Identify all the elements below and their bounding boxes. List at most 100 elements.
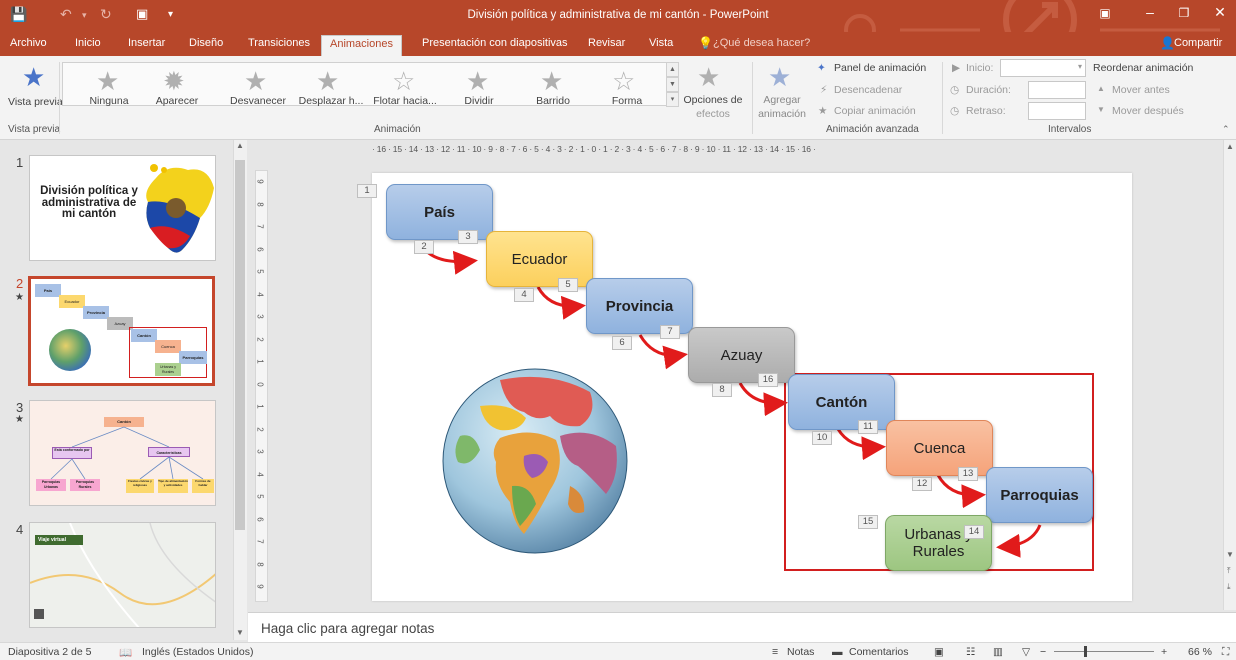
close-button[interactable]: ✕ bbox=[1205, 4, 1235, 21]
trigger-button[interactable]: Desencadenar bbox=[834, 84, 902, 96]
zoom-slider-thumb[interactable] bbox=[1084, 646, 1088, 657]
add-animation-line2[interactable]: animación bbox=[754, 108, 810, 120]
thumb3-animation-star-icon: ★ bbox=[15, 414, 24, 425]
duration-input[interactable] bbox=[1028, 81, 1086, 99]
animation-tag-2[interactable]: 2 bbox=[414, 240, 434, 254]
zoom-level[interactable]: 66 % bbox=[1188, 646, 1212, 658]
delay-input[interactable] bbox=[1028, 102, 1086, 120]
comments-button[interactable]: Comentarios bbox=[849, 646, 909, 658]
anim-flotar[interactable]: Flotar hacia... bbox=[372, 95, 438, 107]
animation-painter-button[interactable]: Copiar animación bbox=[834, 105, 916, 117]
slideshow-icon[interactable]: ▽ bbox=[1022, 646, 1030, 658]
reading-view-icon[interactable]: ▥ bbox=[993, 646, 1003, 658]
notes-pane[interactable]: Haga clic para agregar notas bbox=[248, 612, 1236, 642]
move-earlier-button[interactable]: Mover antes bbox=[1112, 84, 1170, 96]
animation-tag-6[interactable]: 6 bbox=[612, 336, 632, 350]
collapse-ribbon-icon[interactable]: ⌃ bbox=[1222, 124, 1230, 135]
thumb-number-1: 1 bbox=[16, 155, 24, 170]
editor-scroll-down-icon[interactable]: ▼ bbox=[1226, 550, 1234, 559]
box-urbanas-rurales[interactable]: Urbanas y Rurales bbox=[885, 515, 992, 571]
thumb2-box-canton: Cantón bbox=[131, 329, 157, 342]
anim-ninguna[interactable]: Ninguna bbox=[82, 95, 136, 107]
animation-tag-3[interactable]: 3 bbox=[458, 230, 478, 244]
slide-canvas[interactable]: País Ecuador Provincia Azuay Cantón Cuen… bbox=[357, 173, 1132, 601]
tab-insertar[interactable]: Insertar bbox=[128, 37, 165, 49]
start-select[interactable]: ▾ bbox=[1000, 59, 1086, 77]
scroll-up-icon[interactable]: ▲ bbox=[236, 141, 244, 150]
preview-button[interactable]: Vista previa bbox=[8, 96, 63, 108]
slide-sorter-icon[interactable]: ☷ bbox=[966, 646, 975, 658]
animation-tag-11[interactable]: 11 bbox=[858, 420, 878, 434]
box-canton[interactable]: Cantón bbox=[788, 374, 895, 430]
tab-transiciones[interactable]: Transiciones bbox=[248, 37, 310, 49]
animation-tag-7[interactable]: 7 bbox=[660, 325, 680, 339]
ribbon-separator bbox=[59, 62, 60, 134]
gallery-more-icon[interactable]: ▾ bbox=[666, 92, 679, 107]
zoom-out-icon[interactable]: − bbox=[1040, 646, 1046, 658]
editor-scroll-up-icon[interactable]: ▲ bbox=[1226, 142, 1234, 151]
tab-revisar[interactable]: Revisar bbox=[588, 37, 625, 49]
zoom-slider-track[interactable] bbox=[1054, 651, 1154, 652]
anim-dividir[interactable]: Dividir bbox=[452, 95, 506, 107]
fit-to-window-icon[interactable]: ⛶ bbox=[1222, 646, 1229, 659]
normal-view-icon[interactable]: ▣ bbox=[934, 646, 944, 658]
animation-pane-button[interactable]: Panel de animación bbox=[834, 62, 926, 74]
tab-animaciones[interactable]: Animaciones bbox=[321, 35, 402, 56]
tab-inicio[interactable]: Inicio bbox=[75, 37, 101, 49]
move-later-button[interactable]: Mover después bbox=[1112, 105, 1184, 117]
gallery-scroll-up-icon[interactable]: ▲ bbox=[666, 62, 679, 77]
fade-star-icon: ★ bbox=[244, 66, 268, 96]
anim-desplazar[interactable]: Desplazar h... bbox=[298, 95, 364, 107]
effect-options-line2[interactable]: efectos bbox=[680, 108, 746, 120]
tell-me-input[interactable]: ¿Qué desea hacer? bbox=[713, 37, 810, 49]
box-azuay[interactable]: Azuay bbox=[688, 327, 795, 383]
tab-presentacion[interactable]: Presentación con diapositivas bbox=[422, 37, 568, 49]
gallery-scroll-down-icon[interactable]: ▼ bbox=[666, 77, 679, 92]
restore-button[interactable]: ❐ bbox=[1169, 6, 1199, 20]
anim-barrido[interactable]: Barrido bbox=[526, 95, 580, 107]
previous-slide-icon[interactable]: ⤒ bbox=[1227, 566, 1231, 576]
tab-vista[interactable]: Vista bbox=[649, 37, 673, 49]
animation-tag-15[interactable]: 15 bbox=[858, 515, 878, 529]
minimize-button[interactable]: – bbox=[1135, 4, 1165, 20]
spellcheck-icon[interactable]: 📖 bbox=[119, 646, 132, 659]
slide-thumbnail-3[interactable]: Cantón Está conformado por Característic… bbox=[29, 400, 216, 506]
vertical-ruler-number: 2 bbox=[255, 336, 265, 342]
tab-diseno[interactable]: Diseño bbox=[189, 37, 223, 49]
vertical-ruler-number: 1 bbox=[255, 404, 265, 409]
animation-tag-4[interactable]: 4 bbox=[514, 288, 534, 302]
slide-thumbnail-4[interactable]: Viaje virtual bbox=[29, 522, 216, 628]
slide-thumbnail-2[interactable]: País Ecuador Provincia Azuay Cantón Cuen… bbox=[28, 276, 215, 386]
animation-tag-8[interactable]: 8 bbox=[712, 383, 732, 397]
language-indicator[interactable]: Inglés (Estados Unidos) bbox=[142, 646, 253, 658]
vertical-ruler-number: 9 bbox=[255, 179, 265, 184]
vertical-ruler-number: 5 bbox=[255, 494, 265, 499]
thumbnail-scrollbar-thumb[interactable] bbox=[235, 160, 245, 530]
animation-pane-icon: ✦ bbox=[817, 62, 826, 74]
ribbon-display-options-icon[interactable]: ▣ bbox=[1090, 6, 1120, 20]
animation-tag-13[interactable]: 13 bbox=[958, 467, 978, 481]
anim-forma[interactable]: Forma bbox=[600, 95, 654, 107]
next-slide-icon[interactable]: ⤓ bbox=[1227, 582, 1231, 592]
editor-scrollbar[interactable] bbox=[1223, 140, 1236, 610]
notes-placeholder: Haga clic para agregar notas bbox=[261, 621, 435, 636]
tab-archivo[interactable]: Archivo bbox=[10, 37, 47, 49]
animation-tag-14[interactable]: 14 bbox=[964, 525, 984, 539]
animation-tag-16[interactable]: 16 bbox=[758, 373, 778, 387]
vertical-ruler-number: 3 bbox=[255, 449, 265, 454]
effect-options-line1[interactable]: Opciones de bbox=[680, 94, 746, 106]
scroll-down-icon[interactable]: ▼ bbox=[236, 628, 244, 637]
anim-aparecer[interactable]: Aparecer bbox=[150, 95, 204, 107]
animation-tag-10[interactable]: 10 bbox=[812, 431, 832, 445]
animation-tag-12[interactable]: 12 bbox=[912, 477, 932, 491]
zoom-in-icon[interactable]: + bbox=[1161, 646, 1167, 658]
box-parroquias[interactable]: Parroquias bbox=[986, 467, 1093, 523]
animation-tag-1[interactable]: 1 bbox=[357, 184, 377, 198]
notes-button[interactable]: Notas bbox=[787, 646, 814, 658]
slide-thumbnail-1[interactable]: División política y administrativa de mi… bbox=[29, 155, 216, 261]
share-button[interactable]: Compartir bbox=[1174, 37, 1222, 49]
anim-desvanecer[interactable]: Desvanecer bbox=[225, 95, 291, 107]
animation-tag-5[interactable]: 5 bbox=[558, 278, 578, 292]
preview-star-icon[interactable]: ★ bbox=[22, 64, 45, 90]
add-animation-line1[interactable]: Agregar bbox=[754, 94, 810, 106]
